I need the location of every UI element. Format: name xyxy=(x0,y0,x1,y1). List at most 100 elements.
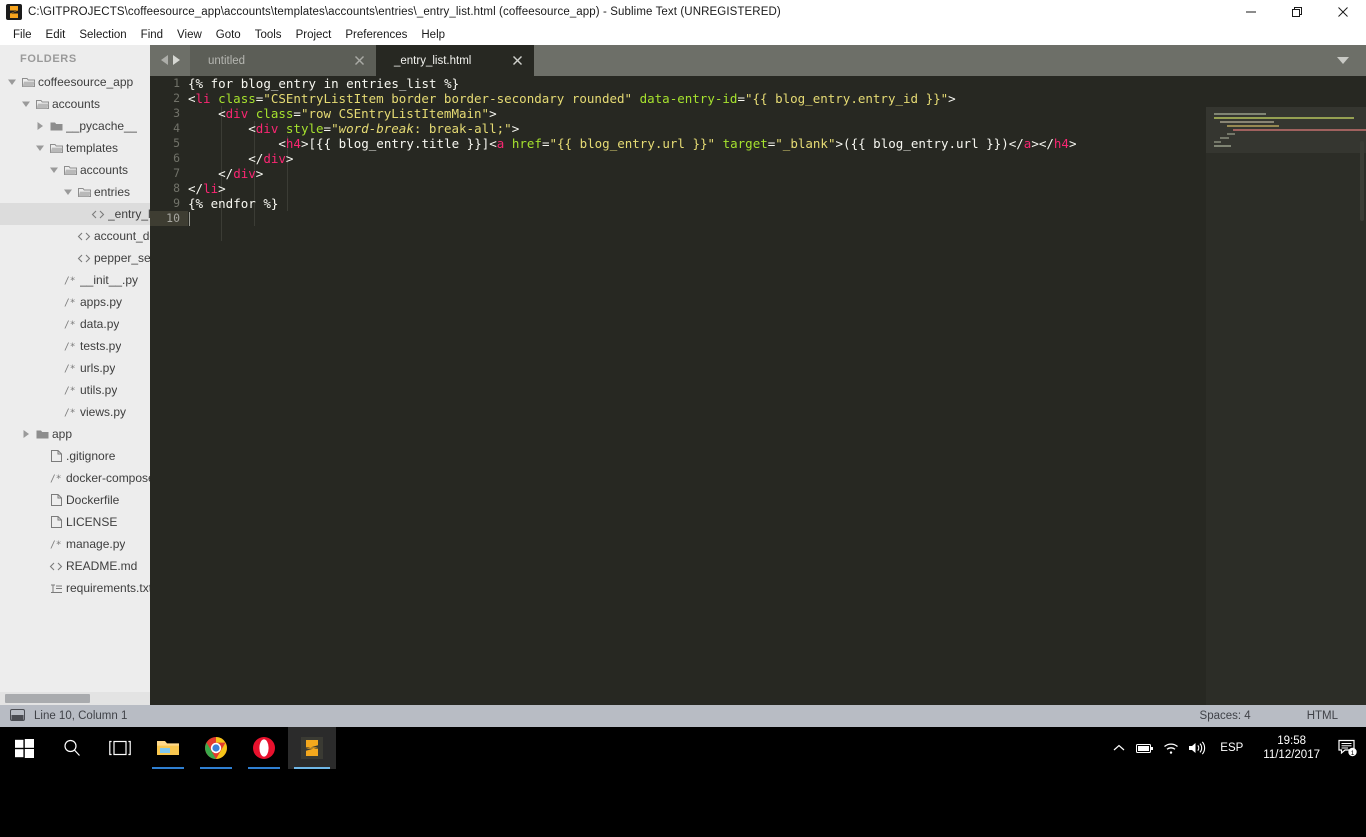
tree-item-dockerfile[interactable]: Dockerfile xyxy=(0,489,150,511)
line-number-gutter: 1 2 3 4 5 6 7 8 9 10 xyxy=(150,76,188,705)
sublime-text-icon[interactable] xyxy=(288,727,336,769)
chevron-down-icon[interactable] xyxy=(20,100,32,108)
chevron-down-icon[interactable] xyxy=(48,166,60,174)
menu-file[interactable]: File xyxy=(6,27,39,43)
tree-item--entry-list-html[interactable]: _entry_list.html xyxy=(0,203,150,225)
chevron-down-icon[interactable] xyxy=(6,78,18,86)
minimap-scrollbar[interactable] xyxy=(1360,141,1364,221)
minimap-line xyxy=(1220,137,1230,139)
tree-item-accounts[interactable]: accounts xyxy=(0,159,150,181)
chevron-down-icon[interactable] xyxy=(62,188,74,196)
code-line: </li> xyxy=(188,181,226,196)
code-editor[interactable]: 1 2 3 4 5 6 7 8 9 10 {% for blog_entry i… xyxy=(150,76,1366,736)
tree-item-apps-py[interactable]: /* apps.py xyxy=(0,291,150,313)
tree-item-tests-py[interactable]: /* tests.py xyxy=(0,335,150,357)
tree-item-manage-py[interactable]: /* manage.py xyxy=(0,533,150,555)
python-file-icon: /* xyxy=(60,319,80,329)
close-icon[interactable] xyxy=(512,55,524,67)
sidebar-toggle-icon[interactable] xyxy=(10,708,25,724)
google-chrome-icon[interactable] xyxy=(192,727,240,769)
tree-item-readme-md[interactable]: README.md xyxy=(0,555,150,577)
indentation-setting[interactable]: Spaces: 4 xyxy=(1172,710,1279,722)
line-number: 2 xyxy=(173,91,180,105)
tree-item-license[interactable]: LICENSE xyxy=(0,511,150,533)
tree-item-pepper-search-html[interactable]: pepper_search.html xyxy=(0,247,150,269)
tree-item-label: .gitignore xyxy=(66,449,116,463)
restore-icon[interactable] xyxy=(1274,0,1320,24)
editor-pane: untitled _entry_list.html 1 2 3 4 5 6 7 … xyxy=(150,45,1366,736)
status-bar: Line 10, Column 1 Spaces: 4 HTML xyxy=(0,705,1366,727)
clock-date: 11/12/2017 xyxy=(1263,749,1320,761)
tree-item--gitignore[interactable]: .gitignore xyxy=(0,445,150,467)
syntax-mode[interactable]: HTML xyxy=(1279,710,1366,722)
taskbar-buttons xyxy=(0,727,336,769)
task-view-icon[interactable] xyxy=(96,727,144,769)
close-icon[interactable] xyxy=(1320,0,1366,24)
chevron-right-icon[interactable] xyxy=(34,122,46,130)
chevron-down-icon[interactable] xyxy=(34,144,46,152)
tab-entry-list-html[interactable]: _entry_list.html xyxy=(376,45,534,76)
search-icon[interactable] xyxy=(48,727,96,769)
wifi-icon[interactable] xyxy=(1158,727,1184,769)
tree-item-coffeesource-app[interactable]: coffeesource_app xyxy=(0,71,150,93)
tab-untitled[interactable]: untitled xyxy=(190,45,376,76)
tree-item-entries[interactable]: entries xyxy=(0,181,150,203)
minimap[interactable] xyxy=(1206,107,1366,736)
action-center-icon[interactable]: 1 xyxy=(1330,727,1366,769)
opera-icon[interactable] xyxy=(240,727,288,769)
chevron-right-icon[interactable] xyxy=(20,430,32,438)
folder-open-icon xyxy=(32,99,52,110)
clock[interactable]: 19:58 11/12/2017 xyxy=(1253,734,1330,762)
html-file-icon xyxy=(46,561,66,572)
menu-preferences[interactable]: Preferences xyxy=(338,27,414,43)
menu-selection[interactable]: Selection xyxy=(72,27,133,43)
menu-help[interactable]: Help xyxy=(414,27,452,43)
sidebar-hscrollbar-thumb[interactable] xyxy=(5,694,90,703)
tree-item-account-detail-html[interactable]: account_detail.html xyxy=(0,225,150,247)
windows-start-icon[interactable] xyxy=(0,727,48,769)
tree-item-urls-py[interactable]: /* urls.py xyxy=(0,357,150,379)
menu-project[interactable]: Project xyxy=(289,27,339,43)
minimize-icon[interactable] xyxy=(1228,0,1274,24)
tree-item-docker-compose-yml[interactable]: /* docker-compose.yml xyxy=(0,467,150,489)
plain-file-icon xyxy=(46,494,66,506)
sublime-text-icon xyxy=(6,4,22,20)
tree-item-templates[interactable]: templates xyxy=(0,137,150,159)
svg-text:/*: /* xyxy=(64,363,75,373)
chevron-up-icon[interactable] xyxy=(1106,727,1132,769)
file-explorer-icon[interactable] xyxy=(144,727,192,769)
battery-icon[interactable] xyxy=(1132,727,1158,769)
chevron-left-icon[interactable] xyxy=(160,52,169,70)
menu-edit[interactable]: Edit xyxy=(39,27,73,43)
menu-view[interactable]: View xyxy=(170,27,209,43)
chevron-right-icon[interactable] xyxy=(172,52,181,70)
tree-item--pycache-[interactable]: __pycache__ xyxy=(0,115,150,137)
volume-icon[interactable] xyxy=(1184,727,1210,769)
status-left: Line 10, Column 1 xyxy=(0,708,127,724)
tree-item-utils-py[interactable]: /* utils.py xyxy=(0,379,150,401)
tree-item-label: account_detail.html xyxy=(94,229,150,243)
text-caret xyxy=(189,212,190,226)
python-file-icon: /* xyxy=(60,363,80,373)
tree-item--init-py[interactable]: /* __init__.py xyxy=(0,269,150,291)
python-file-icon: /* xyxy=(46,539,66,549)
close-icon[interactable] xyxy=(354,55,366,67)
minimap-line xyxy=(1226,125,1279,127)
sidebar-file-tree[interactable]: FOLDERS coffeesource_app accounts __pycach… xyxy=(0,45,150,705)
tab-overflow-menu[interactable] xyxy=(1328,45,1358,76)
tree-item-label: __pycache__ xyxy=(66,119,138,133)
running-indicator xyxy=(294,767,330,769)
tree-item-data-py[interactable]: /* data.py xyxy=(0,313,150,335)
input-language[interactable]: ESP xyxy=(1210,742,1253,754)
tree-item-requirements-txt[interactable]: requirements.txt xyxy=(0,577,150,599)
tree-item-views-py[interactable]: /* views.py xyxy=(0,401,150,423)
minimap-line xyxy=(1220,121,1275,123)
menu-tools[interactable]: Tools xyxy=(248,27,289,43)
menu-goto[interactable]: Goto xyxy=(209,27,248,43)
python-file-icon: /* xyxy=(60,341,80,351)
minimap-line xyxy=(1226,133,1236,135)
menu-find[interactable]: Find xyxy=(134,27,170,43)
tree-item-app[interactable]: app xyxy=(0,423,150,445)
tree-item-accounts[interactable]: accounts xyxy=(0,93,150,115)
